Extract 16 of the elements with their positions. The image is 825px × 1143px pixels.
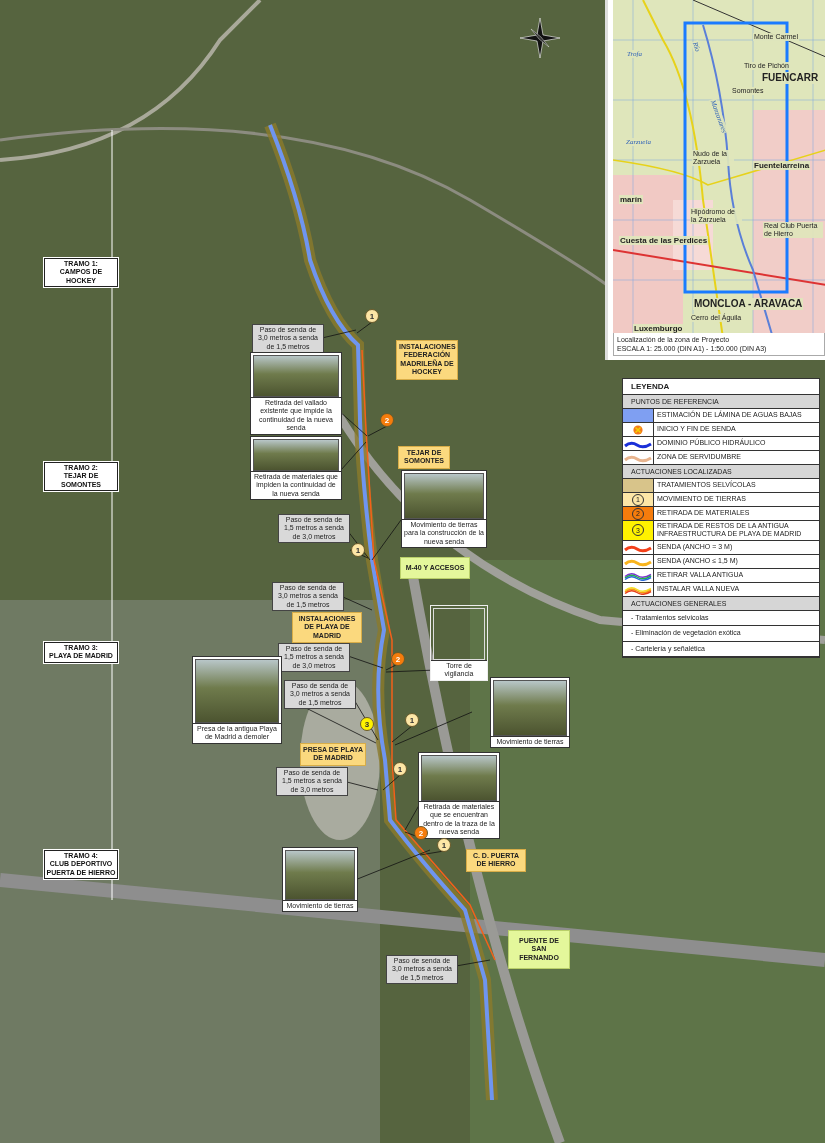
leader-line [340,441,367,471]
map-place-name: FUENCARR [761,72,820,84]
compass-rose-icon [520,18,560,58]
map-place-name: Luxemburgo [633,324,684,333]
start-end-icon [633,424,643,435]
leader-line [342,596,373,611]
leader-line [371,519,402,561]
map-place-name: Cuesta de las Perdices [619,236,709,246]
photo-placeholder [285,850,355,900]
leader-line [382,774,401,791]
map-place-name: marín [619,195,643,205]
leader-line [346,781,379,791]
map-place-name: MONCLOA - ARAVACA [693,298,804,310]
leader-line [455,959,491,967]
photo-frame [433,608,485,660]
map-place-name: Fuentelarreina [753,161,811,171]
